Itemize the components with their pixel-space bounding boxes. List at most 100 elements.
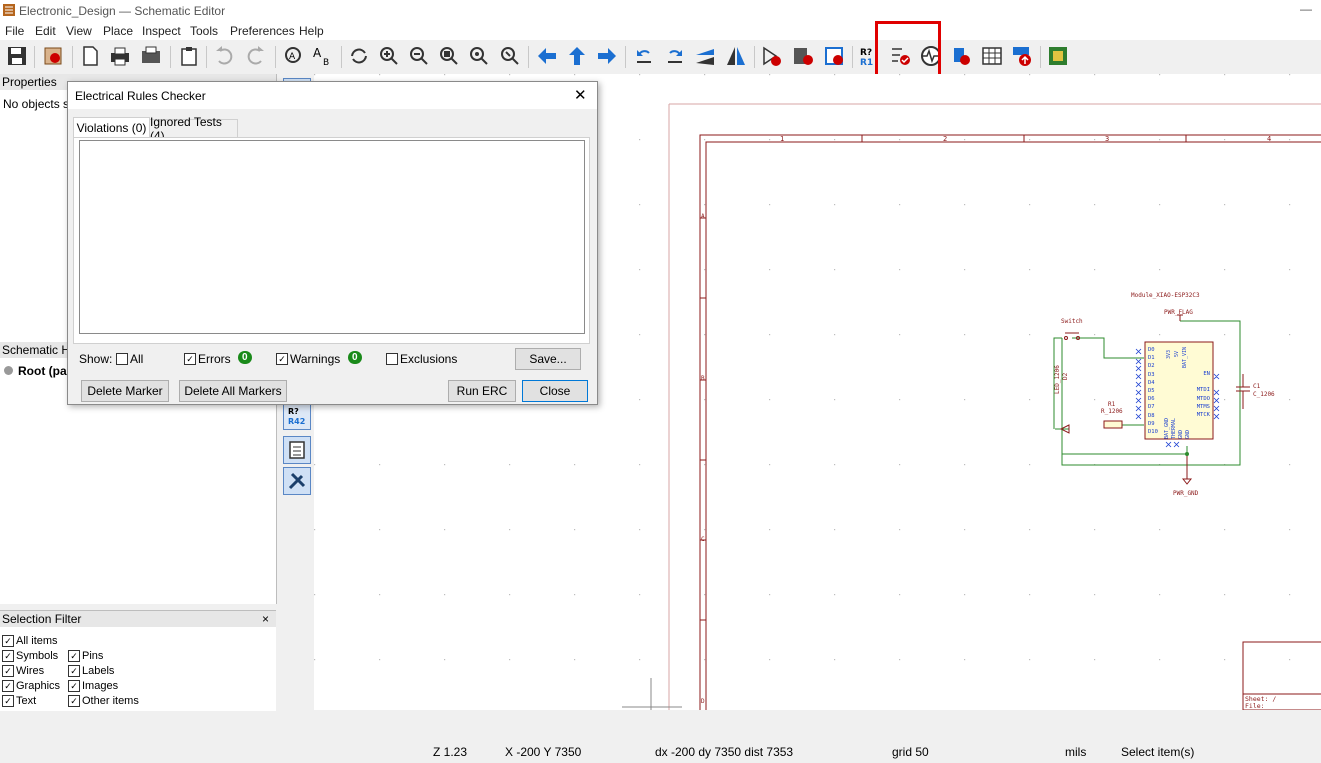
erc-dialog-titlebar: Electrical Rules Checker ✕ xyxy=(68,82,597,109)
switch-label: Switch xyxy=(1061,318,1083,325)
footprint-assign-icon[interactable] xyxy=(821,43,847,69)
menu-file[interactable]: File xyxy=(5,24,24,38)
find-icon[interactable]: A xyxy=(280,43,306,69)
minimize-button[interactable]: — xyxy=(1300,2,1312,16)
border-col-4: 4 xyxy=(1267,135,1272,143)
cap-ref: C1 xyxy=(1253,383,1261,390)
led-designator: D2 xyxy=(1062,372,1069,380)
mirror-h-icon[interactable] xyxy=(723,43,749,69)
status-delta: dx -200 dy 7350 dist 7353 xyxy=(655,745,794,759)
bom-export-icon[interactable] xyxy=(1009,43,1035,69)
window-title: Electronic_Design — Schematic Editor xyxy=(19,4,226,18)
bom-table-icon[interactable] xyxy=(979,43,1005,69)
pcb-editor-icon[interactable] xyxy=(1045,43,1071,69)
filter-wires[interactable]: ✓ Wires xyxy=(2,665,44,677)
zoom-in-icon[interactable] xyxy=(376,43,402,69)
pin-bat-vin: BAT_VIN xyxy=(1182,346,1188,368)
svg-text:R1: R1 xyxy=(860,58,873,67)
nav-back-icon[interactable] xyxy=(534,43,560,69)
selection-filter-title: Selection Filter xyxy=(2,612,82,626)
status-zoom: Z 1.23 xyxy=(433,745,468,759)
undo-icon[interactable] xyxy=(211,43,237,69)
redo-icon[interactable] xyxy=(243,43,269,69)
filter-exclusions-checkbox[interactable]: Exclusions xyxy=(386,352,457,366)
filter-text[interactable]: ✓ Text xyxy=(2,695,36,707)
pwr-flag-label: PWR_FLAG xyxy=(1164,309,1193,316)
rotate-ccw-icon[interactable] xyxy=(631,43,657,69)
delete-marker-button[interactable]: Delete Marker xyxy=(81,380,169,402)
svg-text:B: B xyxy=(323,58,329,67)
close-icon[interactable]: × xyxy=(262,612,269,626)
refresh-icon[interactable] xyxy=(346,43,372,69)
tab-ignored-tests[interactable]: Ignored Tests (4) xyxy=(149,115,238,143)
close-button[interactable]: Close xyxy=(522,380,588,402)
filter-graphics[interactable]: ✓ Graphics xyxy=(2,680,60,692)
module-title: Module_XIAO-ESP32C3 xyxy=(1131,292,1200,299)
menu-inspect[interactable]: Inspect xyxy=(142,24,181,38)
filter-all-items[interactable]: ✓ All items xyxy=(2,635,58,647)
menu-preferences[interactable]: Preferences xyxy=(230,24,295,38)
filter-symbols[interactable]: ✓ Symbols xyxy=(2,650,58,662)
run-erc-button[interactable]: Run ERC xyxy=(448,380,516,402)
status-grid: grid 50 xyxy=(892,745,929,759)
show-label: Show: xyxy=(79,352,113,366)
delete-all-markers-button[interactable]: Delete All Markers xyxy=(179,380,287,402)
nav-up-icon[interactable] xyxy=(564,43,590,69)
border-row-c: C xyxy=(701,536,705,543)
pwr-gnd-label: PWR_GND xyxy=(1173,490,1199,497)
mirror-v-icon[interactable] xyxy=(692,43,718,69)
resistor-value: R_1206 xyxy=(1101,408,1123,415)
svg-text:R42: R42 xyxy=(288,417,305,426)
filter-images[interactable]: ✓ Images xyxy=(68,680,118,692)
filter-labels[interactable]: ✓ Labels xyxy=(68,665,114,677)
print-icon[interactable] xyxy=(107,43,133,69)
close-icon[interactable]: ✕ xyxy=(574,86,587,104)
zoom-out-icon[interactable] xyxy=(406,43,432,69)
zoom-selection-icon[interactable] xyxy=(497,43,523,69)
annotate-tool-icon[interactable]: R? R42 xyxy=(283,402,311,430)
menu-edit[interactable]: Edit xyxy=(35,24,56,38)
filter-pins[interactable]: ✓ Pins xyxy=(68,650,103,662)
zoom-fit-icon[interactable] xyxy=(436,43,462,69)
menu-help[interactable]: Help xyxy=(299,24,324,38)
page-settings-icon[interactable] xyxy=(77,43,103,69)
led-ref: LED_1206 xyxy=(1054,365,1061,394)
save-icon[interactable] xyxy=(4,43,30,69)
selection-filter-header: Selection Filter × xyxy=(0,611,276,627)
paste-icon[interactable] xyxy=(176,43,202,69)
violations-list[interactable] xyxy=(79,140,585,334)
svg-text:R?: R? xyxy=(288,407,299,416)
status-cursor-xy: X -200 Y 7350 xyxy=(505,745,582,759)
nav-forward-icon[interactable] xyxy=(594,43,620,69)
hierarchy-nav-icon[interactable] xyxy=(283,436,311,464)
pin-bat-gnd: BAT_GND xyxy=(1164,417,1170,439)
symbol-browser-icon[interactable] xyxy=(790,43,816,69)
properties-title: Properties xyxy=(2,75,57,89)
find-replace-icon[interactable]: AB xyxy=(310,43,336,69)
tools-icon[interactable] xyxy=(283,467,311,495)
title-bar: Electronic_Design — Schematic Editor — xyxy=(0,0,1321,22)
main-toolbar: A AB R? R1 xyxy=(0,21,1321,119)
cap-value: C_1206 xyxy=(1253,391,1275,398)
pin-gnd-1: GND xyxy=(1178,429,1184,439)
filter-errors-checkbox[interactable]: ✓ Errors xyxy=(184,352,231,366)
filter-warnings-checkbox[interactable]: ✓ Warnings xyxy=(276,352,340,366)
netlist-icon[interactable] xyxy=(948,43,974,69)
svg-text:A: A xyxy=(289,52,296,62)
plot-icon[interactable] xyxy=(138,43,164,69)
schematic-setup-icon[interactable] xyxy=(40,43,66,69)
filter-all-checkbox[interactable]: All xyxy=(116,352,143,366)
border-col-1: 1 xyxy=(780,135,785,143)
tab-violations[interactable]: Violations (0) xyxy=(73,117,150,138)
border-row-b: B xyxy=(701,375,705,382)
zoom-objects-icon[interactable] xyxy=(466,43,492,69)
filter-other-items[interactable]: ✓ Other items xyxy=(68,695,139,707)
menu-view[interactable]: View xyxy=(66,24,92,38)
status-mode: Select item(s) xyxy=(1121,745,1195,759)
menu-tools[interactable]: Tools xyxy=(190,24,218,38)
rotate-cw-icon[interactable] xyxy=(662,43,688,69)
symbol-editor-icon[interactable] xyxy=(759,43,785,69)
save-button[interactable]: Save... xyxy=(515,348,581,370)
menu-place[interactable]: Place xyxy=(103,24,133,38)
erc-dialog-title: Electrical Rules Checker xyxy=(75,89,206,103)
